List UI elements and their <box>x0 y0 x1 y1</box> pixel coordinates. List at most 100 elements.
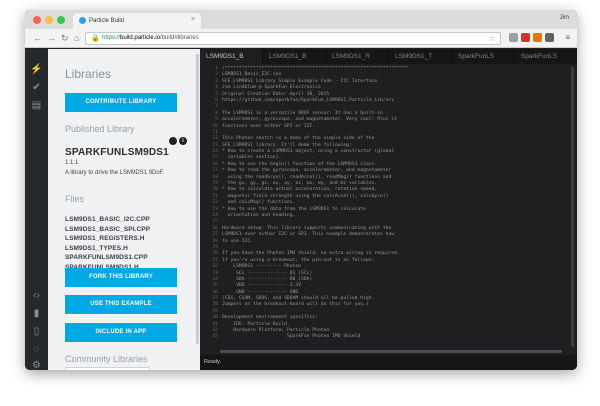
code-icon[interactable]: ‹› <box>30 289 43 302</box>
code-text: If you're using a breakout, the pin-out … <box>222 257 375 263</box>
library-version: 1.1.1 <box>65 160 79 166</box>
code-area[interactable]: 1/**************************************… <box>200 66 570 347</box>
code-text: IDE: Particle Build <box>222 321 287 327</box>
url-scheme: https:// <box>102 35 121 41</box>
code-text: Original Creation Date: April 30, 2015 <box>222 91 330 97</box>
browser-window: Particle Build × Jim ← → ↻ ⌂ 🔒 https://b… <box>25 10 577 370</box>
code-text: using the readGryo(), readAccel(), readM… <box>222 174 392 180</box>
browser-menu-icon[interactable]: ≡ <box>565 33 570 42</box>
code-text: SCL -------------- D1 (SCL) <box>222 270 313 276</box>
include-in-app-button[interactable]: INCLUDE IN APP <box>65 323 177 342</box>
forward-icon[interactable]: → <box>47 32 56 44</box>
code-text: Hardware Platform: Particle Photon <box>222 328 330 334</box>
file-item[interactable]: LSM9DS1_REGISTERS.H <box>65 234 190 244</box>
code-text: SparkFun Photon IMU Shield <box>222 334 361 340</box>
library-name: SPARKFUNLSM9DS1 <box>65 147 169 158</box>
code-text: magnetic field strength using the calcAc… <box>222 193 389 199</box>
code-text: * How to use the begin() function of the… <box>222 161 378 167</box>
code-text: orientation and heading. <box>222 212 296 218</box>
file-item[interactable]: LSM9DS1_BASIC_SPI.CPP <box>65 225 190 235</box>
file-icon[interactable]: ▯ <box>30 325 43 338</box>
code-text: VDD -------------- 3.3V <box>222 283 302 289</box>
file-item[interactable]: LSM9DS1_BASIC_I2C.CPP <box>65 215 190 225</box>
contribute-library-button[interactable]: CONTRIBUTE LIBRARY <box>65 93 177 112</box>
extension-red-icon[interactable] <box>521 33 530 42</box>
bookmark-star-icon[interactable]: ☆ <box>489 33 496 44</box>
bookmark-icon[interactable]: ▮ <box>30 307 43 320</box>
minimize-window-button[interactable] <box>45 16 53 24</box>
use-example-button[interactable]: USE THIS EXAMPLE <box>65 295 177 314</box>
code-text: Jumpers on the breakout board will do th… <box>222 302 369 308</box>
particle-build-app: ⚡ ✔ ▤ ‹› ▮ ▯ ◌ ⚙ Libraries CONTRIBUTE LI… <box>25 49 577 370</box>
code-text: * How to read the gyroscope, acceleromet… <box>222 168 392 174</box>
files-heading: Files <box>65 194 85 204</box>
code-line: 43 SparkFun Photon IMU Shield <box>200 334 570 340</box>
line-number: 43 <box>212 334 218 340</box>
extension-icon[interactable] <box>509 33 518 42</box>
folder-icon[interactable]: ▤ <box>30 99 43 112</box>
gear-icon[interactable]: ⚙ <box>30 359 43 370</box>
reload-icon[interactable]: ↻ <box>61 32 69 44</box>
extension-orange-icon[interactable] <box>533 33 542 42</box>
library-search-input[interactable] <box>65 367 150 370</box>
close-window-button[interactable] <box>33 16 41 24</box>
info-icon[interactable]: i <box>179 137 187 145</box>
code-text: accelerometer, gyroscope, and magnetomet… <box>222 117 397 123</box>
zoom-window-button[interactable] <box>57 16 65 24</box>
check-icon[interactable]: ✔ <box>30 81 43 94</box>
editor-tab[interactable]: SparkFunLS <box>515 49 577 64</box>
fork-library-button[interactable]: FORK THIS LIBRARY <box>65 268 177 287</box>
file-item[interactable]: SPARKFUNLSM9DS1.CPP <box>65 253 190 263</box>
url-field[interactable]: 🔒 https://build.particle.io/build#librar… <box>85 32 501 45</box>
code-text: SFE_LSM9DS1 library. It'll demo the foll… <box>222 142 352 148</box>
code-text: Hardware setup: This library supports co… <box>222 225 392 231</box>
profile-user[interactable]: Jim <box>560 15 569 21</box>
editor-tab[interactable]: LSM9DS1_R <box>326 49 389 64</box>
code-text: (CSG, CSXM, SDOG, and SDOXM should all b… <box>222 296 375 302</box>
console-icon[interactable]: ◌ <box>30 343 43 356</box>
editor-tab[interactable]: SparkFunLS <box>452 49 515 64</box>
icon-bar: ⚡ ✔ ▤ ‹› ▮ ▯ ◌ ⚙ <box>25 49 48 370</box>
particle-favicon-icon <box>79 17 86 24</box>
file-item[interactable]: LSM9DS1_TYPES.H <box>65 244 190 254</box>
browser-tab[interactable]: Particle Build × <box>73 13 201 29</box>
file-list: LSM9DS1_BASIC_I2C.CPP LSM9DS1_BASIC_SPI.… <box>65 215 190 272</box>
code-text: LSM9DS1 over either I2C or SPI. This exa… <box>222 232 395 238</box>
editor-tab[interactable]: LSM9DS1_B <box>263 49 326 64</box>
flash-icon[interactable]: ⚡ <box>30 63 43 76</box>
extension-dark-icon[interactable] <box>545 33 554 42</box>
code-text: Jim Lindblom @ SparkFun Electronics <box>222 85 321 91</box>
editor-tab[interactable]: LSM9DS1_B <box>200 49 263 64</box>
editor-horizontal-scrollbar[interactable] <box>220 350 562 353</box>
sidebar-title: Libraries <box>65 67 112 81</box>
code-text: functions over either SPI or I2C. <box>222 123 316 129</box>
code-text: If you have the Photon IMU shield, no ex… <box>222 251 400 257</box>
code-text: SDA -------------- D0 (SDA) <box>222 276 313 282</box>
back-icon[interactable]: ← <box>33 32 42 44</box>
editor-tab[interactable]: LSM9DS1_T <box>389 49 452 64</box>
browser-tabbar: Particle Build × Jim <box>25 10 577 29</box>
code-text: * How to create a LSM9DS1 object, using … <box>222 149 395 155</box>
address-bar: ← → ↻ ⌂ 🔒 https://build.particle.io/buil… <box>25 29 577 48</box>
sidebar-scrollbar[interactable] <box>196 54 199 344</box>
code-text: https://github.com/sparkfun/SparkFun_LSM… <box>222 97 395 103</box>
code-text: LSM9DS1_Basic_I2C.ino <box>222 72 282 78</box>
code-text: GND -------------- GND <box>222 289 299 295</box>
github-icon[interactable] <box>169 137 177 145</box>
status-bar: Ready. <box>200 355 577 370</box>
community-libraries-heading: Community Libraries <box>65 354 148 364</box>
home-icon[interactable]: ⌂ <box>74 32 79 44</box>
code-text: The LSM9DS1 is a versatile 9DOF sensor. … <box>222 110 383 116</box>
editor-vertical-scrollbar[interactable] <box>571 67 574 347</box>
tab-close-icon[interactable]: × <box>191 16 195 23</box>
code-text: and calcMag() functions. <box>222 200 296 206</box>
code-text: * How to use the data from the LSM9DS1 t… <box>222 206 366 212</box>
code-text: Development environment specifics: <box>222 315 318 321</box>
code-text: /***************************************… <box>222 66 409 71</box>
code-text: This Photon sketch is a demo of the simp… <box>222 136 375 142</box>
code-text: LSM9DS1 --------- Photon <box>222 264 302 270</box>
